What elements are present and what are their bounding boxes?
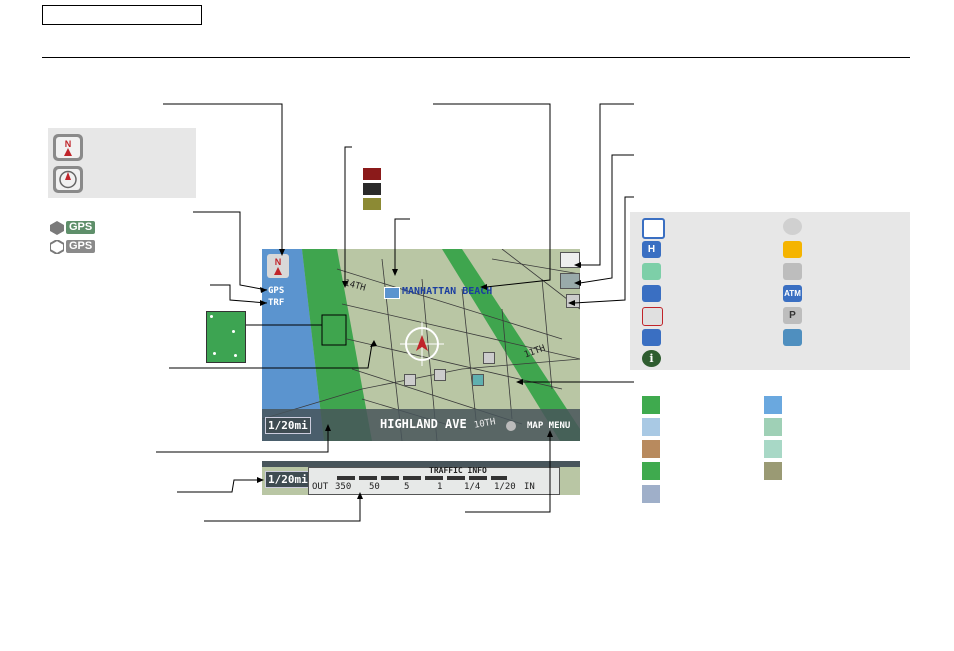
traffic-scale-ticks bbox=[337, 476, 507, 480]
gas-station-icon bbox=[642, 285, 661, 302]
gps-partial-icon: GPS bbox=[50, 240, 110, 254]
traffic-info-map: 1/20mi TRAFFIC INFO OUT 350 50 5 1 1/4 1… bbox=[262, 461, 580, 495]
hospital-icon: H bbox=[642, 241, 661, 258]
poi-marker-1[interactable] bbox=[560, 252, 580, 268]
map-north-icon[interactable]: N bbox=[267, 254, 289, 278]
poi-marker-4[interactable] bbox=[483, 352, 495, 364]
traffic-step-1: 50 bbox=[369, 482, 380, 492]
traffic-out-label: OUT bbox=[312, 482, 329, 492]
traffic-scale-button[interactable]: 1/20mi bbox=[265, 471, 311, 488]
svg-text:N: N bbox=[65, 139, 72, 149]
legend-teal bbox=[764, 440, 782, 458]
traffic-red-swatch bbox=[363, 168, 381, 180]
map-scale-button[interactable]: 1/20mi bbox=[265, 417, 311, 434]
heading-up-icon bbox=[53, 166, 83, 193]
traffic-info-panel: TRAFFIC INFO OUT 350 50 5 1 1/4 1/20 IN bbox=[308, 466, 560, 495]
acura-dealer-icon bbox=[783, 218, 802, 235]
city-label: MANHATTAN BEACH bbox=[402, 286, 493, 297]
building-icon bbox=[783, 263, 802, 280]
legend-park bbox=[642, 396, 660, 414]
lodging-icon bbox=[642, 307, 663, 326]
legend-golf bbox=[642, 462, 660, 480]
legend-mint bbox=[764, 418, 782, 436]
header-box bbox=[42, 5, 202, 25]
traffic-step-3: 1 bbox=[437, 482, 443, 492]
traffic-black-swatch bbox=[363, 183, 381, 195]
parking-lot-icon: P bbox=[783, 307, 802, 324]
gps-full-label: GPS bbox=[66, 221, 96, 234]
zoom-inset bbox=[206, 311, 246, 363]
legend-gray-blue bbox=[642, 485, 660, 503]
legend-ocean bbox=[764, 396, 782, 414]
traffic-info-title: TRAFFIC INFO bbox=[429, 466, 487, 475]
atm-icon: ATM bbox=[783, 285, 802, 302]
traffic-in-label: IN bbox=[524, 482, 535, 492]
traffic-step-0: 350 bbox=[335, 482, 352, 492]
poi-marker-3[interactable] bbox=[566, 294, 580, 308]
poi-icon-panel: H i ATM P bbox=[630, 212, 910, 370]
shopping-icon bbox=[642, 263, 661, 280]
information-icon: i bbox=[642, 350, 661, 367]
north-up-icon: N bbox=[53, 134, 83, 161]
transit-icon bbox=[783, 329, 802, 346]
bank-icon bbox=[783, 241, 802, 258]
svg-text:N: N bbox=[275, 257, 282, 267]
honda-dealer-icon bbox=[642, 218, 665, 239]
poi-marker-5[interactable] bbox=[404, 374, 416, 386]
legend-water-light bbox=[642, 418, 660, 436]
header-rule bbox=[42, 57, 910, 58]
north-indicator-panel: N bbox=[48, 128, 196, 198]
voice-icon[interactable] bbox=[506, 421, 516, 431]
map-menu-button[interactable]: MAP MENU bbox=[527, 421, 570, 431]
poi-marker-2[interactable] bbox=[560, 273, 580, 289]
traffic-step-2: 5 bbox=[404, 482, 410, 492]
map-gps-indicator: GPS bbox=[268, 286, 285, 296]
gps-partial-label: GPS bbox=[66, 240, 96, 253]
parking-garage-icon bbox=[642, 329, 661, 346]
map-traffic-indicator: TRF bbox=[268, 298, 285, 308]
poi-marker-6[interactable] bbox=[434, 369, 446, 381]
current-street-label: HIGHLAND AVE bbox=[380, 417, 467, 431]
poi-marker-7[interactable] bbox=[472, 374, 484, 386]
gps-full-icon: GPS bbox=[50, 221, 110, 235]
traffic-step-5: 1/20 bbox=[494, 482, 516, 492]
city-icon bbox=[384, 287, 400, 299]
traffic-step-4: 1/4 bbox=[464, 482, 481, 492]
legend-brown bbox=[642, 440, 660, 458]
navigation-map[interactable]: N GPS TRF MANHATTAN BEACH 14TH 11TH 10TH… bbox=[262, 249, 580, 441]
legend-olive bbox=[764, 462, 782, 480]
traffic-olive-swatch bbox=[363, 198, 381, 210]
